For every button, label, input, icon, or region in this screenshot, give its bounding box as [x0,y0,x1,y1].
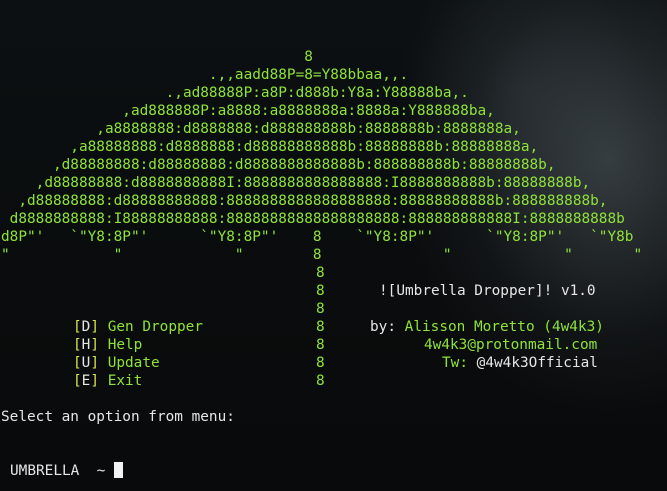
umbrella-pole: 8 [316,301,325,317]
author-email: 4w4k3@protonmail.com [424,337,598,353]
author-label: by: [370,319,396,335]
umbrella-pole: 8 [316,355,325,371]
text-cursor[interactable] [113,462,123,478]
app-title: ![Umbrella Dropper]! v1.0 [379,283,596,299]
umbrella-art-line: ,d88888888:d88888888888:8888888888888888… [1,193,608,209]
umbrella-art-line: ,d88888888:d88888888:d8888888888888b:888… [1,157,556,173]
umbrella-pole: 8 [316,337,325,353]
umbrella-pole: 8 [316,283,325,299]
shell-prompt[interactable]: UMBRELLA ~ [10,462,123,480]
umbrella-art-line: " " " 8 " " " [1,247,643,263]
umbrella-art-line: .,ad88888P:a8P:d888b:Y8a:Y88888ba,. [1,85,469,101]
author-name: Alisson Moretto (4w4k3) [404,319,604,335]
umbrella-pole: 8 [316,373,325,389]
shell-symbol: ~ [96,463,106,479]
menu-label: Help [107,337,143,353]
umbrella-art-line: .,,aadd88P=8=Y88bbaa,,. [1,67,409,83]
menu-label: Exit [107,373,143,389]
umbrella-art-line: ,ad888888P:a8888:a8888888a:8888a:Y888888… [1,103,495,119]
author-credit: by: Alisson Moretto (4w4k3) [370,318,604,336]
twitter-handle: @4w4k3Official [476,355,598,371]
umbrella-art-line: 8 [1,49,313,65]
twitter-label: Tw: [442,355,468,371]
author-twitter: Tw: @4w4k3Official [442,354,598,372]
menu-item-gen-dropper[interactable]: [D] Gen Dropper [73,318,203,336]
umbrella-art-line: ,a88888888:d8888888:d88888888888b:888888… [1,139,539,155]
umbrella-art-line: d8P"' `"Y8:8P"' `"Y8:8P"' 8 `"Y8:8P"' `"… [1,229,634,245]
menu-label: Update [107,355,160,371]
umbrella-art-line: ,a8888888:d8888888:d888888888b:8888888b:… [1,121,521,137]
menu-prompt: Select an option from menu: [1,409,235,425]
menu-label: Gen Dropper [107,319,203,335]
umbrella-pole: 8 [316,319,325,335]
menu-item-help[interactable]: [H] Help [73,336,142,354]
terminal-window[interactable]: 8 .,,aadd88P=8=Y88bbaa,,. .,ad88888P:a8P… [0,0,667,491]
menu-item-exit[interactable]: [E] Exit [73,372,142,390]
umbrella-pole: 8 [316,265,325,281]
umbrella-art-line: d8888888888:I88888888888:888888888888888… [1,211,625,227]
shell-name: UMBRELLA [10,463,80,479]
menu-item-update[interactable]: [U] Update [73,354,160,372]
umbrella-art-line: ,d88888888:d8888888888I:8888888888888888… [1,175,591,191]
